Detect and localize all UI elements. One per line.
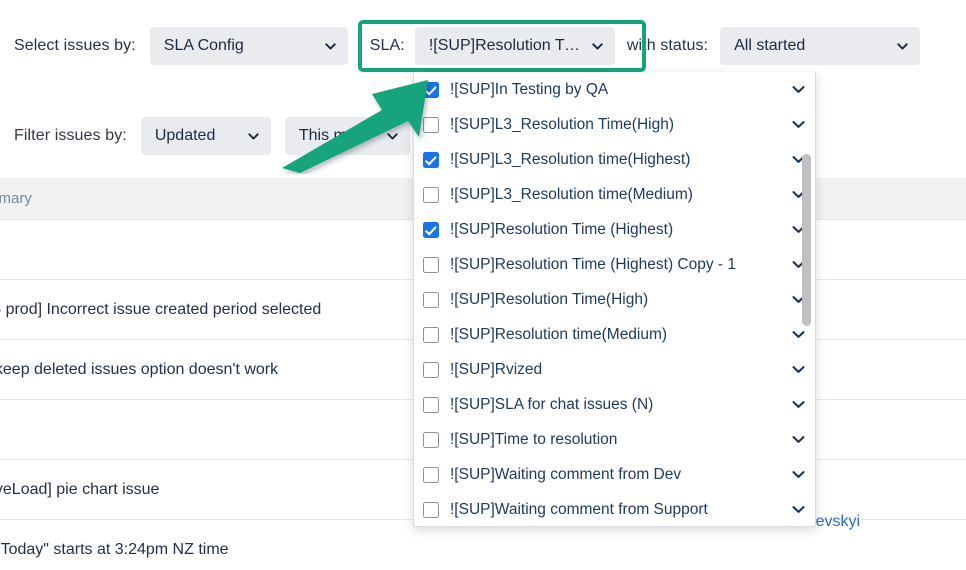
chevron-down-icon [897, 41, 908, 52]
screen: mmary IS prod] Incorrect issue created p… [0, 0, 966, 570]
sla-option-label: ![SUP]In Testing by QA [450, 80, 609, 98]
sla-option[interactable]: ![SUP]Resolution Time (Highest) Copy - 1 [414, 247, 815, 282]
sla-option-label: ![SUP]Time to resolution [450, 430, 618, 448]
sla-option-label: ![SUP]L3_Resolution time(Medium) [450, 185, 693, 203]
sla-option[interactable]: ![SUP]Rvized [414, 352, 815, 387]
status-select[interactable]: All started [720, 27, 921, 65]
sla-option-label: ![SUP]L3_Resolution time(Highest) [450, 150, 691, 168]
sla-option-checkbox[interactable] [423, 396, 439, 413]
sla-option-label: ![SUP]Waiting comment from Support [450, 500, 708, 518]
filter-row-primary: Select issues by: SLA Config SLA: ![SUP]… [14, 27, 921, 65]
sla-option-label: ![SUP]Resolution Time(High) [450, 290, 649, 308]
sla-option-checkbox[interactable] [423, 501, 439, 518]
column-header-summary: mmary [0, 190, 32, 207]
table-cell-summary: IS prod] Incorrect issue created period … [0, 300, 322, 318]
sla-option[interactable]: ![SUP]Waiting comment from Support [414, 492, 815, 526]
sla-option[interactable]: ![SUP]Resolution Time (Highest) [414, 212, 815, 247]
dropdown-scrollbar[interactable] [800, 72, 813, 526]
chevron-down-icon [592, 41, 603, 52]
sla-config-select[interactable]: SLA Config [149, 27, 348, 65]
sla-option[interactable]: ![SUP]Waiting comment from Dev [414, 457, 815, 492]
sla-option-label: ![SUP]L3_Resolution Time(High) [450, 115, 674, 133]
sla-option-checkbox[interactable] [423, 466, 439, 483]
sla-option[interactable]: ![SUP]In Testing by QA [414, 72, 815, 107]
table-cell-summary: : "Today" starts at 3:24pm NZ time [0, 540, 229, 558]
sla-options-dropdown[interactable]: ![SUP]In Testing by QA ![SUP]L3_Resolutio… [413, 72, 816, 527]
sla-option-checkbox[interactable] [423, 256, 439, 273]
sla-option-checkbox[interactable] [423, 361, 439, 378]
sla-option-label: ![SUP]Waiting comment from Dev [450, 465, 682, 483]
status-select-value: All started [734, 37, 806, 54]
sla-option[interactable]: ![SUP]Resolution time(Medium) [414, 317, 815, 352]
sla-option-checkbox[interactable] [423, 326, 439, 343]
sla-option[interactable]: ![SUP]Resolution Time(High) [414, 282, 815, 317]
chevron-down-icon [248, 131, 259, 142]
sla-config-value: SLA Config [163, 37, 244, 54]
sla-select[interactable]: ![SUP]Resolution Tim... [414, 27, 615, 65]
chevron-down-icon [325, 41, 336, 52]
sla-option-label: ![SUP]Resolution Time (Highest) Copy - 1 [450, 255, 736, 273]
sla-option-checkbox[interactable] [423, 431, 439, 448]
sla-option[interactable]: ![SUP]Time to resolution [414, 422, 815, 457]
sla-options-list: ![SUP]In Testing by QA ![SUP]L3_Resolutio… [414, 72, 815, 526]
sla-select-value: ![SUP]Resolution Tim... [428, 37, 581, 54]
sla-option-label: ![SUP]Resolution time(Medium) [450, 325, 668, 343]
sla-option-checkbox[interactable] [423, 291, 439, 308]
table-cell-summary: : keep deleted issues option doesn't wor… [0, 360, 279, 378]
sla-option-label: ![SUP]Rvized [450, 360, 543, 378]
filter-issues-by-label: Filter issues by: [14, 127, 127, 144]
sla-option[interactable]: ![SUP]L3_Resolution time(Medium) [414, 177, 815, 212]
sla-option-label: ![SUP]Resolution Time (Highest) [450, 220, 674, 238]
filter-field-select[interactable]: Updated [140, 117, 271, 155]
sla-label: SLA: [369, 37, 405, 54]
sla-option[interactable]: ![SUP]L3_Resolution time(Highest) [414, 142, 815, 177]
sla-option[interactable]: ![SUP]L3_Resolution Time(High) [414, 107, 815, 142]
with-status-label: with status: [626, 37, 709, 54]
sla-option[interactable]: ![SUP]SLA for chat issues (N) [414, 387, 815, 422]
sla-option-label: ![SUP]SLA for chat issues (N) [450, 395, 654, 413]
select-issues-by-label: Select issues by: [14, 37, 136, 54]
sla-option-checkbox[interactable] [423, 186, 439, 203]
filter-field-value: Updated [154, 127, 216, 144]
annotation-arrow-icon [278, 68, 438, 174]
dropdown-scrollbar-thumb[interactable] [802, 154, 811, 326]
sla-option-checkbox[interactable] [423, 221, 439, 238]
table-cell-summary: aveLoad] pie chart issue [0, 480, 160, 498]
